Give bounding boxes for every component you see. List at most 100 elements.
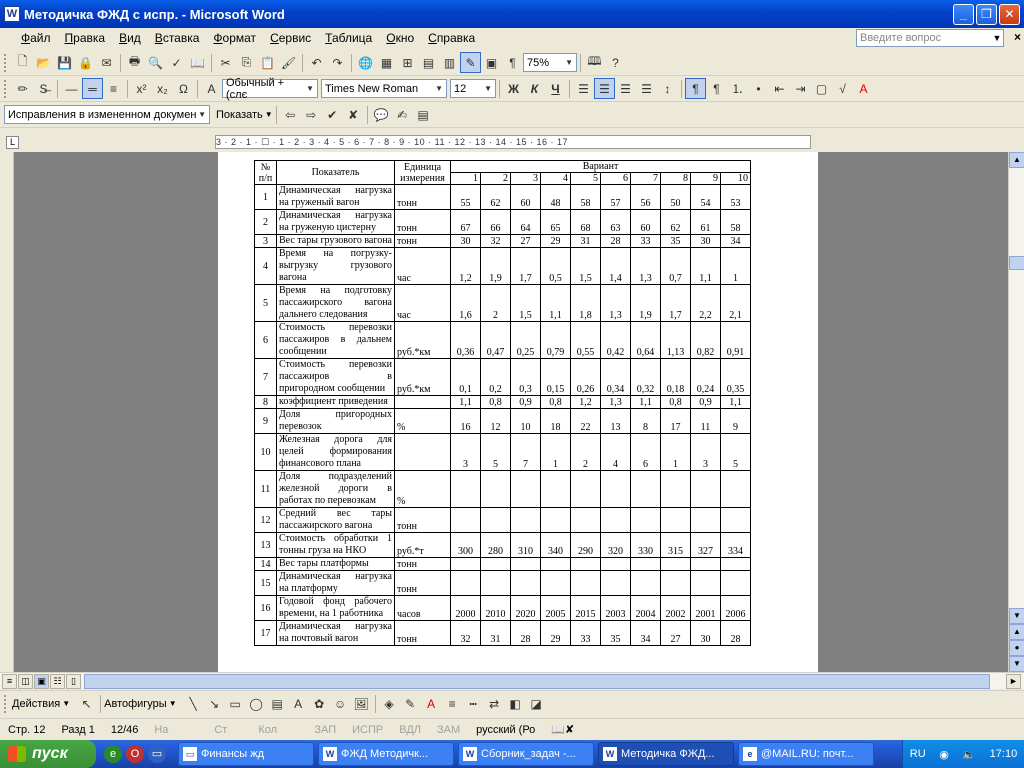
tab-selector-icon[interactable]: L — [6, 136, 19, 149]
oval-tool-icon[interactable]: ◯ — [246, 693, 267, 714]
font-combo[interactable]: Times New Roman ▼ — [321, 79, 447, 98]
diagram-icon[interactable]: ✿ — [309, 693, 330, 714]
accept-change-icon[interactable]: ✔ — [322, 104, 343, 125]
opera-icon[interactable]: O — [126, 745, 144, 763]
underline-icon[interactable]: Ч — [545, 78, 566, 99]
table-row[interactable]: 4 Время на погрузку-выгрузку грузового ва… — [254, 247, 751, 285]
symbol-icon[interactable]: Ω — [173, 78, 194, 99]
font-color-icon[interactable]: A — [853, 78, 874, 99]
minimize-button[interactable]: _ — [953, 3, 974, 25]
format-painter-icon[interactable]: 🖌 — [278, 52, 299, 73]
word-app-icon[interactable]: W — [4, 6, 20, 22]
status-rec[interactable]: ЗАП — [306, 724, 344, 736]
next-object-icon[interactable]: ▼ — [1009, 656, 1024, 672]
rtl-paragraph-icon[interactable]: ¶ — [706, 78, 727, 99]
align-center-icon[interactable]: ☰ — [594, 78, 615, 99]
bold-icon[interactable]: Ж — [503, 78, 524, 99]
fill-color-icon[interactable]: ◈ — [379, 693, 400, 714]
wordart-icon[interactable]: A — [288, 693, 309, 714]
equation-icon[interactable]: √ — [832, 78, 853, 99]
scroll-thumb[interactable] — [1009, 256, 1024, 270]
menu-table[interactable]: Таблица — [318, 31, 379, 45]
task-active-manual[interactable]: W Методичка ФЖД... — [598, 742, 734, 766]
menu-edit[interactable]: Правка — [58, 31, 113, 45]
line-equal-icon[interactable]: ≡ — [103, 78, 124, 99]
subscript-icon[interactable]: x₂ — [152, 78, 173, 99]
horizontal-scrollbar[interactable]: ≡ ◫ ▣ ☷ ▯ ► — [0, 672, 1024, 689]
email-icon[interactable]: ✉ — [96, 52, 117, 73]
table-row[interactable]: 10 Железная дорога для целей формирования… — [254, 433, 751, 471]
line-tool-icon[interactable]: ╲ — [183, 693, 204, 714]
menu-insert[interactable]: Вставка — [148, 31, 207, 45]
styles-icon[interactable]: A — [201, 78, 222, 99]
document-page[interactable]: № п/п Показатель Единица измерения Вариант 1… — [218, 152, 818, 672]
drawing-icon[interactable]: ✎ — [460, 52, 481, 73]
arrow-style-icon[interactable]: ⇄ — [484, 693, 505, 714]
highlight-pen-icon[interactable]: ✏ — [12, 78, 33, 99]
toolbar-grip[interactable] — [4, 53, 8, 72]
scroll-up-icon[interactable]: ▲ — [1009, 152, 1024, 168]
ltr-paragraph-icon[interactable]: ¶ — [685, 78, 706, 99]
decrease-indent-icon[interactable]: ⇤ — [769, 78, 790, 99]
insert-excel-icon[interactable]: ▤ — [418, 52, 439, 73]
table-row[interactable]: 3 Вес тары грузового вагона тонн 30 32 27 29 31… — [254, 234, 751, 248]
horizontal-ruler[interactable]: L 3 · 2 · 1 · ☐ · 1 · 2 · 3 · 4 · 5 · 6 … — [0, 132, 1024, 152]
ask-dropdown-icon[interactable]: ▼ — [990, 29, 1004, 47]
menu-file[interactable]: Файл — [14, 31, 58, 45]
select-browse-object-icon[interactable]: ● — [1009, 640, 1024, 656]
spelling-icon[interactable]: ✓ — [166, 52, 187, 73]
hyperlink-icon[interactable]: 🌐 — [355, 52, 376, 73]
arrow-tool-icon[interactable]: ↘ — [204, 693, 225, 714]
previous-change-icon[interactable]: ⇦ — [280, 104, 301, 125]
reject-change-icon[interactable]: ✘ — [343, 104, 364, 125]
zoom-combo[interactable]: 75% ▼ — [523, 53, 577, 72]
ie-icon[interactable]: e — [104, 745, 122, 763]
previous-object-icon[interactable]: ▲ — [1009, 624, 1024, 640]
status-ovr[interactable]: ЗАМ — [429, 724, 468, 736]
table-row[interactable]: 1 Динамическая нагрузка на груженый вагон… — [254, 184, 751, 210]
tables-borders-icon[interactable]: ▦ — [376, 52, 397, 73]
scroll-down-icon[interactable]: ▼ — [1009, 608, 1024, 624]
show-hide-icon[interactable]: ¶ — [502, 52, 523, 73]
task-fzhd-manual[interactable]: W ФЖД Методичк... — [318, 742, 454, 766]
text-box-icon[interactable]: ▤ — [267, 693, 288, 714]
columns-icon[interactable]: ▥ — [439, 52, 460, 73]
align-right-icon[interactable]: ☰ — [615, 78, 636, 99]
track-changes-icon[interactable]: ✍ — [392, 104, 413, 125]
vertical-ruler[interactable] — [0, 152, 14, 672]
close-button[interactable]: ✕ — [999, 3, 1020, 25]
document-close-icon[interactable]: × — [1014, 30, 1021, 44]
outline-view-icon[interactable]: ☷ — [50, 674, 65, 689]
bullets-icon[interactable]: • — [748, 78, 769, 99]
font-size-combo[interactable]: 12 ▼ — [450, 79, 496, 98]
style-combo[interactable]: Обычный + (слє ▼ — [222, 77, 318, 101]
menu-tools[interactable]: Сервис — [263, 31, 318, 45]
print-icon[interactable]: 🖶 — [124, 52, 145, 73]
autoshapes-menu[interactable]: Автофигуры — [104, 698, 167, 710]
table-row[interactable]: 15 Динамическая нагрузка на платформу тонн — [254, 570, 751, 596]
rectangle-tool-icon[interactable]: ▭ — [225, 693, 246, 714]
task-mail-ru[interactable]: e @MAIL.RU: почт... — [738, 742, 874, 766]
clip-art-icon[interactable]: ☺ — [330, 693, 351, 714]
status-trk[interactable]: ИСПР — [344, 724, 391, 736]
restore-button[interactable]: ❐ — [976, 3, 997, 25]
status-ext[interactable]: ВДЛ — [391, 724, 429, 736]
insert-comment-icon[interactable]: 💬 — [371, 104, 392, 125]
reading-view-icon[interactable]: ▯ — [66, 674, 81, 689]
paste-icon[interactable]: 📋 — [257, 52, 278, 73]
ask-question-input[interactable]: Введите вопрос — [856, 29, 1004, 47]
spelling-status-icon[interactable]: 📖✘ — [543, 723, 582, 736]
variants-table[interactable]: № п/п Показатель Единица измерения Вариант 1… — [254, 160, 751, 646]
numbering-icon[interactable]: ⒈ — [727, 78, 748, 99]
table-row[interactable]: 7 Стоимость перевозки пассажиров в пригор… — [254, 358, 751, 396]
border-icon[interactable]: ▢ — [811, 78, 832, 99]
3d-icon[interactable]: ◪ — [526, 693, 547, 714]
copy-icon[interactable]: ⎘ — [236, 52, 257, 73]
table-row[interactable]: 9 Доля пригородных перевозок% 16 12 10 18 22 13… — [254, 408, 751, 434]
table-row[interactable]: 11 Доля подразделений железной дороги в р… — [254, 470, 751, 508]
line-color-icon[interactable]: ✎ — [400, 693, 421, 714]
horizontal-scroll-thumb[interactable] — [84, 674, 990, 689]
research-icon[interactable]: 📖 — [187, 52, 208, 73]
table-row[interactable]: 6 Стоимость перевозки пассажиров в дальне… — [254, 321, 751, 359]
scroll-right-icon[interactable]: ► — [1006, 674, 1021, 689]
